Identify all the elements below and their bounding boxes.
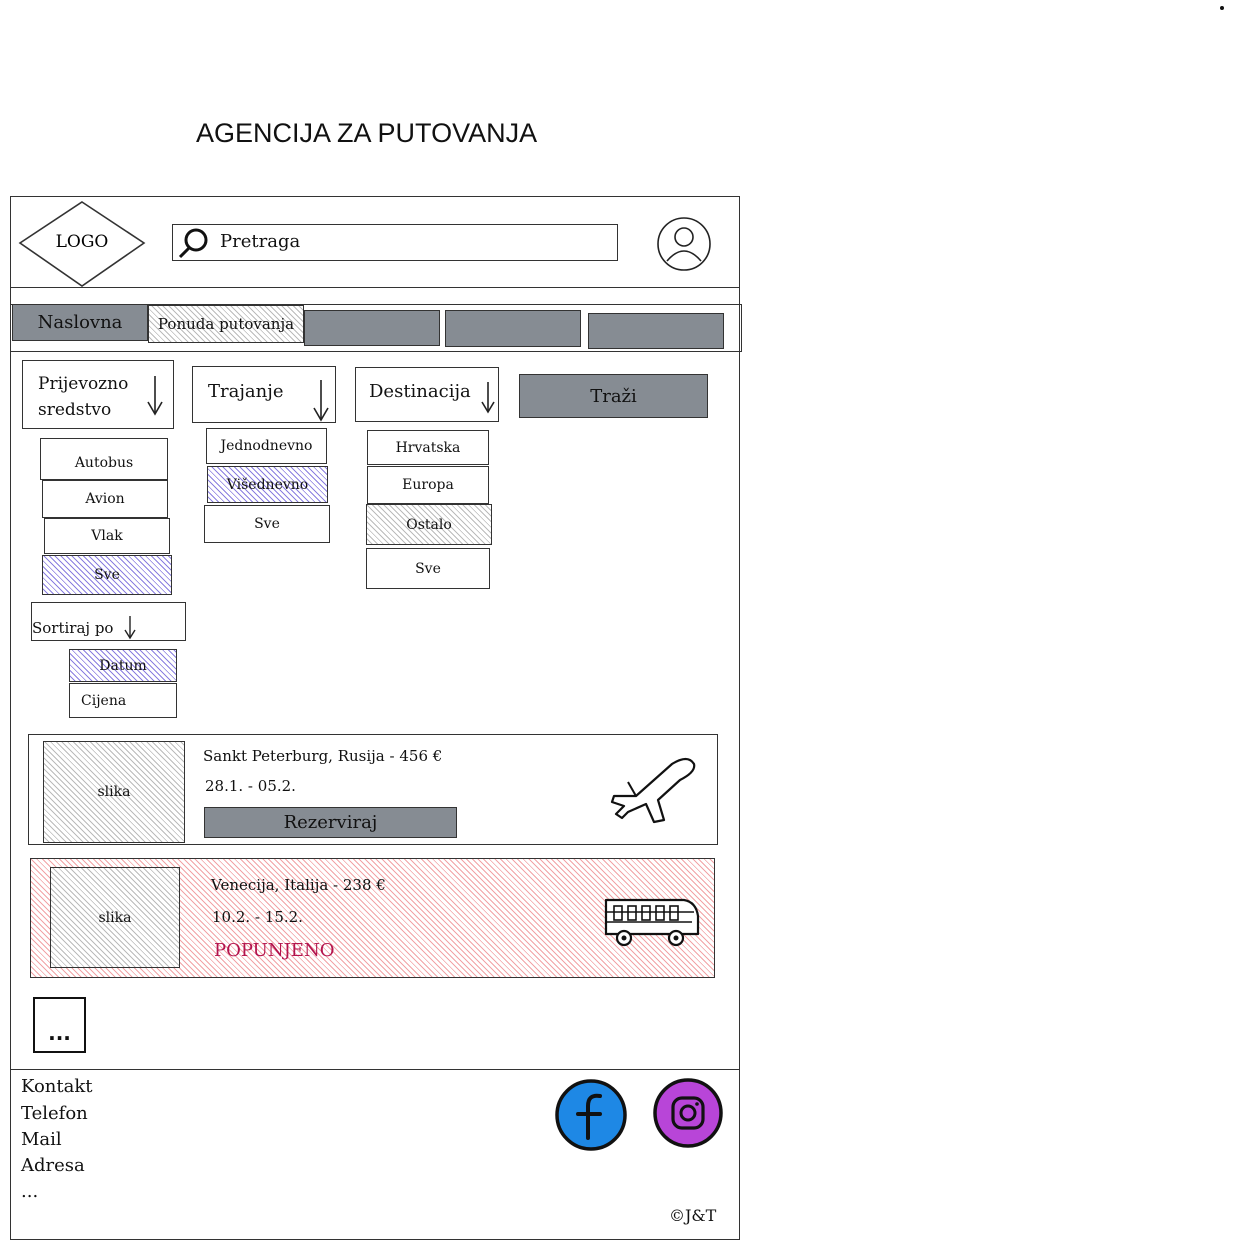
trip-title: Sankt Peterburg, Rusija - 456 € [203,747,443,765]
option-europa[interactable]: Europa [367,466,489,504]
chevron-down-icon [124,616,136,640]
footer [10,1069,740,1240]
option-duration-sve[interactable]: Sve [204,505,330,543]
footer-link-telefon[interactable]: Telefon [21,1103,88,1124]
sort-label: Sortiraj po [32,619,114,637]
option-cijena[interactable]: Cijena [69,683,177,718]
transport-label: Prijevozno sredstvo [38,374,129,420]
page-title: AGENCIJA ZA PUTOVANJA [196,118,538,148]
footer-link-adresa[interactable]: Adresa [21,1155,85,1176]
chevron-down-icon [481,382,495,414]
trip-title: Venecija, Italija - 238 € [211,876,386,894]
facebook-icon[interactable] [552,1078,630,1152]
option-avion[interactable]: Avion [42,480,168,518]
option-hrvatska[interactable]: Hrvatska [367,430,489,465]
duration-label: Trajanje [208,381,284,402]
destination-label: Destinacija [369,381,471,402]
user-avatar-icon[interactable] [655,215,713,273]
corner-dot [1220,6,1224,10]
more-button[interactable]: ... [33,997,86,1053]
option-vlak[interactable]: Vlak [44,518,170,554]
option-datum[interactable]: Datum [69,649,177,682]
trip-dates: 10.2. - 15.2. [212,908,303,926]
tab-empty-2[interactable] [445,310,581,347]
tab-naslovna[interactable]: Naslovna [12,304,148,341]
reserve-button[interactable]: Rezerviraj [204,807,457,838]
airplane-icon [610,757,696,824]
tab-empty-3[interactable] [588,313,724,349]
logo[interactable]: LOGO [18,200,146,288]
trip-image: slika [50,867,180,968]
footer-link-kontakt[interactable]: Kontakt [21,1076,93,1097]
copyright: ©J&T [669,1206,717,1225]
footer-link-mail[interactable]: Mail [21,1129,62,1150]
tab-empty-1[interactable] [304,310,440,346]
instagram-icon[interactable] [650,1076,726,1150]
search-placeholder: Pretraga [220,231,301,252]
footer-link-more[interactable]: ... [21,1181,38,1202]
chevron-down-icon [313,380,329,422]
chevron-down-icon [147,376,163,416]
search-button[interactable]: Traži [519,374,708,418]
search-icon [178,228,208,259]
tab-ponuda-putovanja[interactable]: Ponuda putovanja [148,305,304,343]
trip-image: slika [43,741,185,843]
trip-dates: 28.1. - 05.2. [205,777,296,795]
option-ostalo[interactable]: Ostalo [366,504,492,545]
logo-text: LOGO [56,232,109,252]
option-transport-sve[interactable]: Sve [42,555,172,595]
status-badge-full: POPUNJENO [214,940,335,961]
option-autobus[interactable]: Autobus [40,438,168,480]
option-jednodnevno[interactable]: Jednodnevno [206,428,327,464]
option-destination-sve[interactable]: Sve [366,548,490,589]
bus-icon [604,898,700,947]
option-visednevno[interactable]: Višednevno [207,466,328,503]
